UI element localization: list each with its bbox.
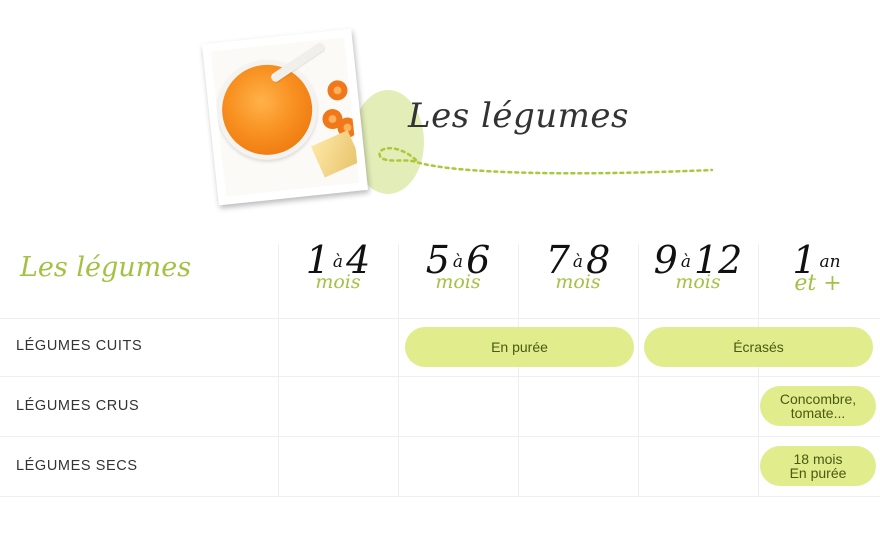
carrot-slice-icon [326,79,349,102]
pill-cuits-en-puree: En purée [405,327,634,367]
cheese-icon [310,130,360,178]
age-unit: mois [315,271,361,293]
age-unit: et + [794,271,842,296]
age-separator: à [452,252,464,272]
row-label-legumes-secs: LÉGUMES SECS [16,458,138,474]
age-separator: an [819,252,841,272]
hero-section: Les légumes [0,0,880,230]
age-unit: mois [435,271,481,293]
age-unit: mois [555,271,601,293]
pill-text: tomate... [790,405,846,421]
pill-crus-concombre: Concombre, tomate... [760,386,876,426]
pill-secs-18-mois: 18 mois En purée [760,446,876,486]
pill-text: En purée [491,339,548,355]
age-separator: à [680,252,691,272]
pill-cuits-ecrases: Écrasés [644,327,873,367]
table-title: Les légumes [20,252,192,283]
age-column-header: 1 an et + [758,240,878,310]
age-separator: à [332,252,344,272]
row-divider [0,436,880,437]
age-column-header: 1 à4 mois [278,240,398,310]
carrot-puree-photo [201,28,369,206]
row-label-legumes-crus: LÉGUMES CRUS [16,398,140,414]
pill-text: En purée [789,465,847,481]
row-label-legumes-cuits: LÉGUMES CUITS [16,338,143,354]
page-title: Les légumes [408,96,629,136]
age-column-header: 5 à6 mois [398,240,518,310]
row-divider [0,376,880,377]
row-divider [0,318,880,319]
pill-text: 18 mois [793,451,843,467]
pill-text: Écrasés [733,339,784,355]
dotted-trail-decoration [378,147,714,175]
pill-text: Concombre, [779,391,857,407]
age-column-header: 7 à8 mois [518,240,638,310]
age-from: 9 [653,238,678,282]
row-divider [0,496,880,497]
age-separator: à [572,252,584,272]
bowl-icon [212,54,323,165]
age-column-header: 9 à12 mois [638,240,758,310]
